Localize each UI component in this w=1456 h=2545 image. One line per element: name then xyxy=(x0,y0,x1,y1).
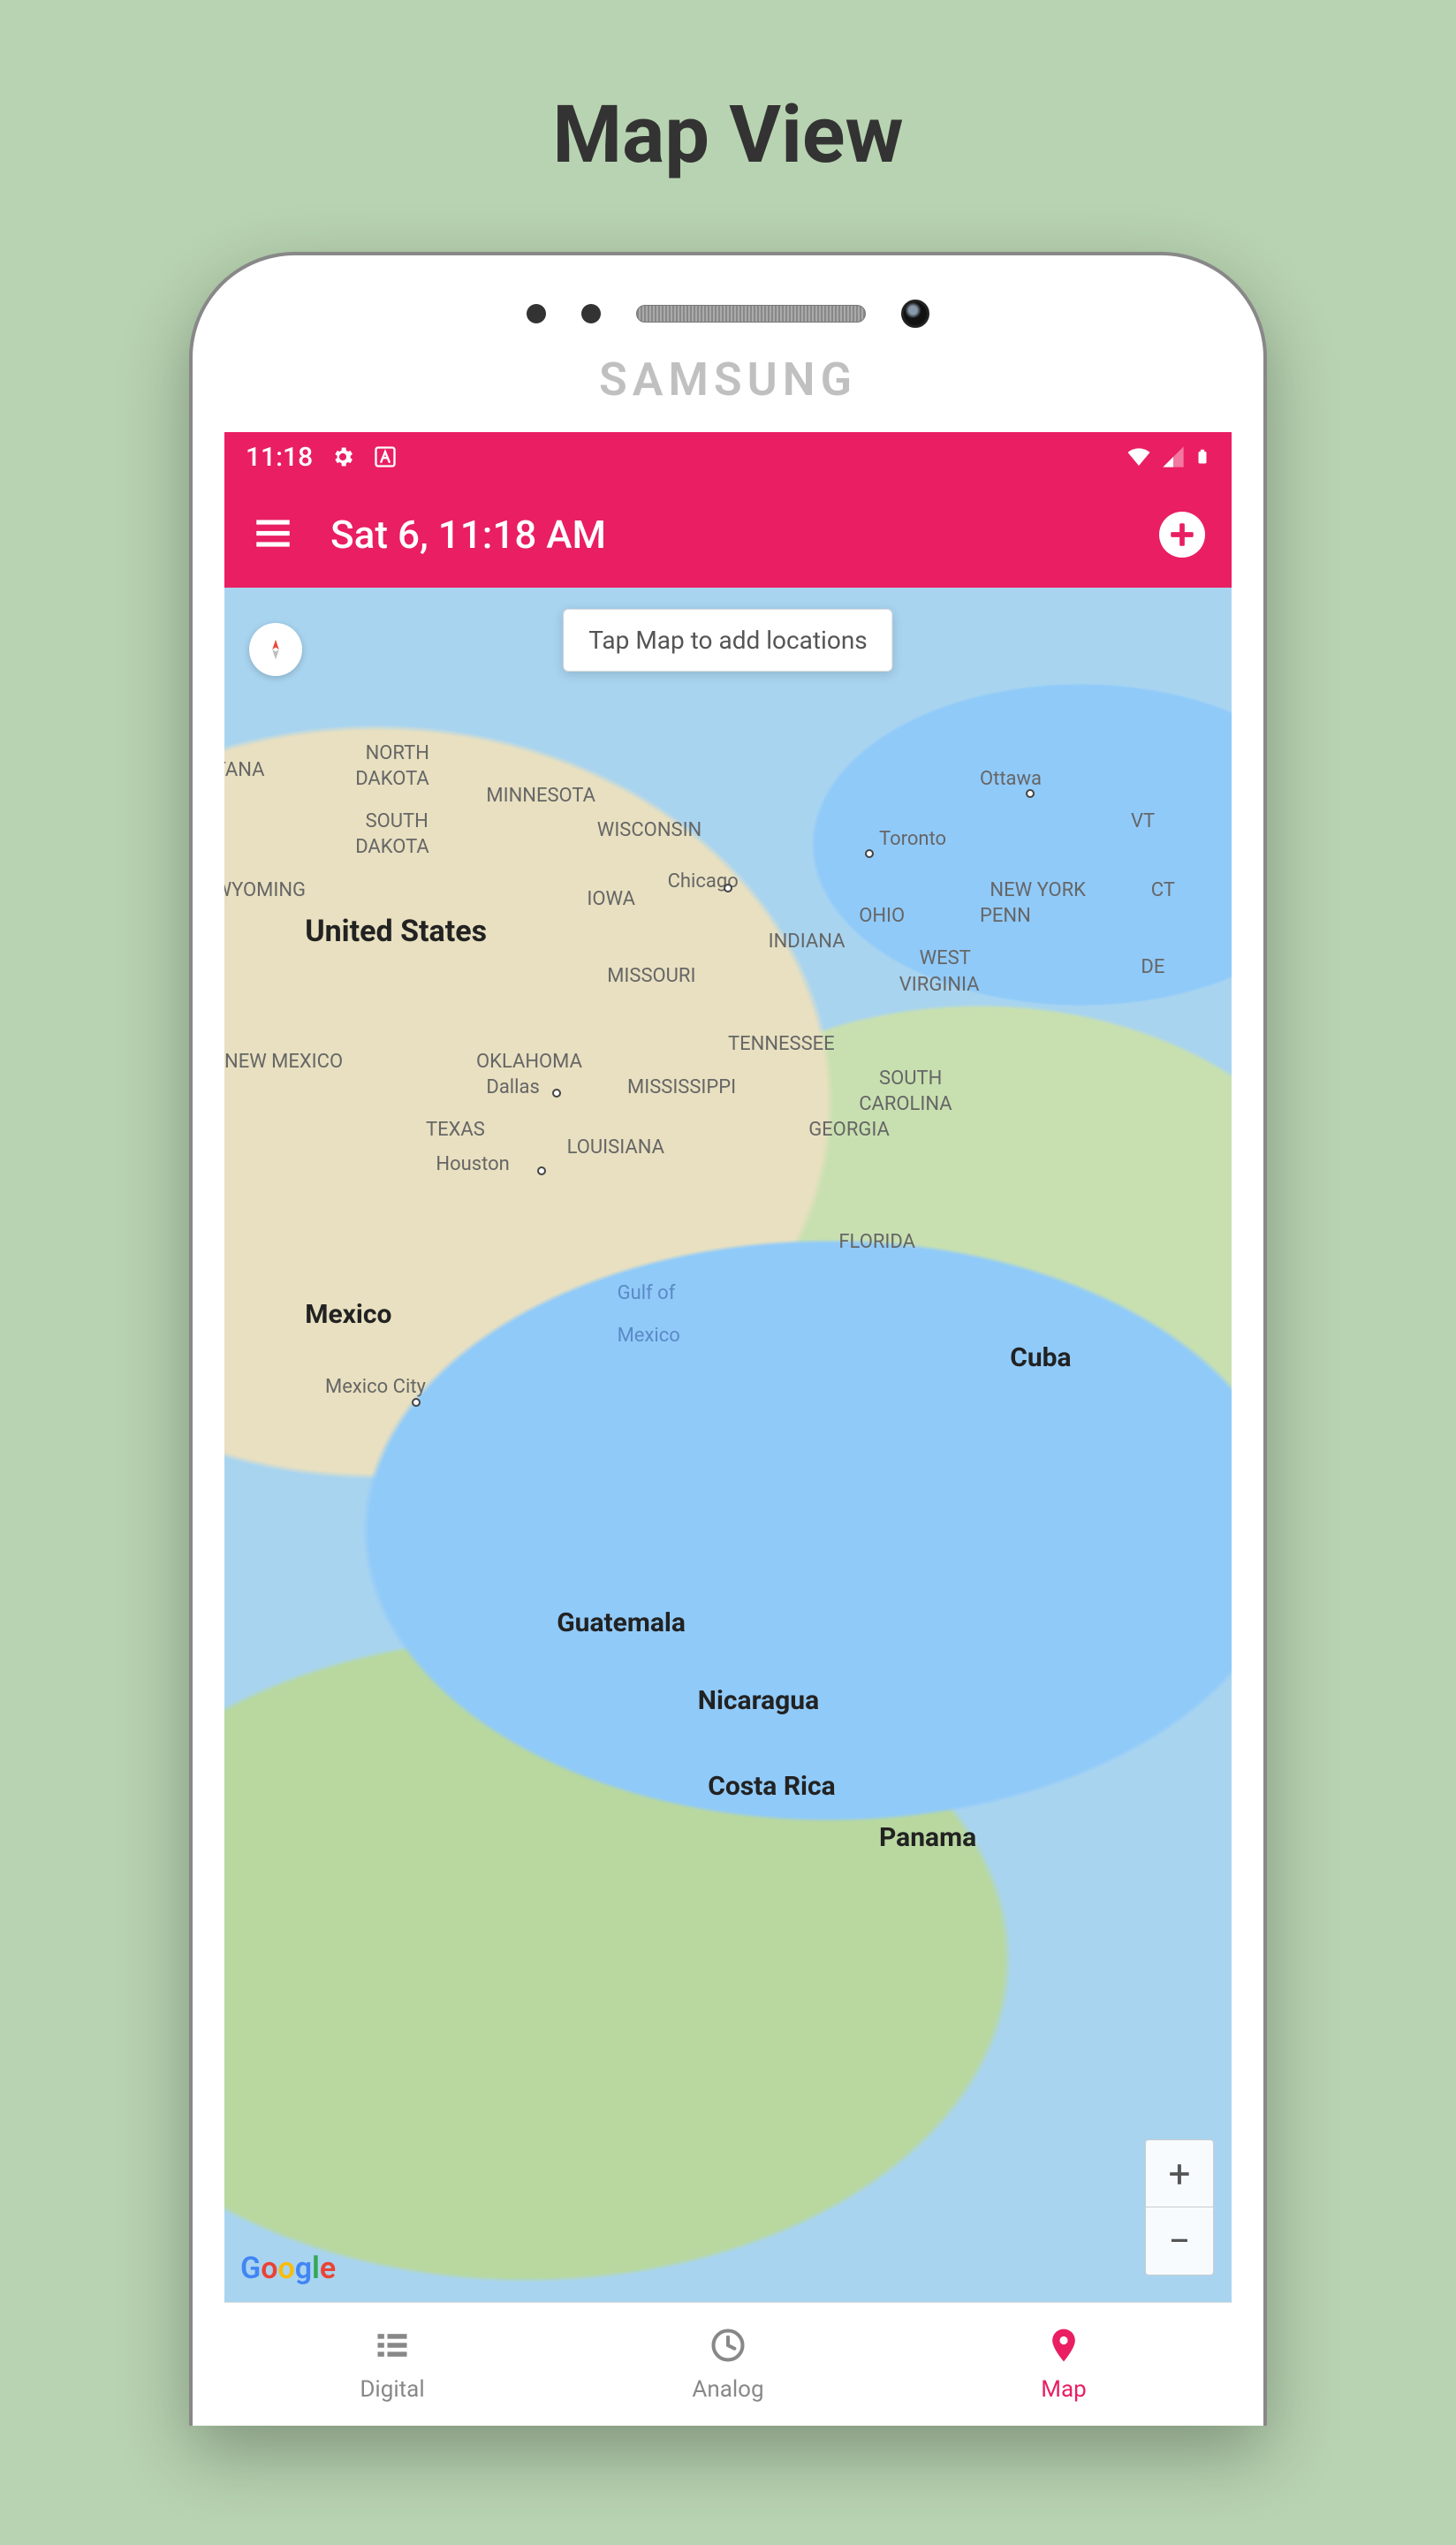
map-label: Guatemala xyxy=(557,1607,686,1638)
map-label: Toronto xyxy=(879,828,946,850)
tab-digital[interactable]: Digital xyxy=(224,2303,560,2426)
map-label: VT xyxy=(1131,810,1155,832)
city-dot xyxy=(865,849,874,858)
map-label: Costa Rica xyxy=(708,1771,835,1802)
map-label: MISSISSIPPI xyxy=(627,1076,736,1098)
tab-map[interactable]: Map xyxy=(896,2303,1232,2426)
sensor-row xyxy=(527,300,929,328)
appbar-title: Sat 6, 11:18 AM xyxy=(330,512,606,558)
map-label: Houston xyxy=(436,1153,509,1175)
map-label: Panama xyxy=(879,1822,976,1853)
map-label: TEXAS xyxy=(426,1119,485,1141)
nav-label: Map xyxy=(1041,2376,1086,2403)
map-label: DAKOTA xyxy=(355,836,429,858)
map-label: OKLAHOMA xyxy=(476,1051,582,1073)
map-label: MISSOURI xyxy=(607,965,695,987)
map-label: GEORGIA xyxy=(808,1119,890,1141)
sensor-dot xyxy=(581,304,601,323)
map-label: VIRGINIA xyxy=(899,974,980,996)
status-time: 11:18 xyxy=(246,442,313,473)
nav-label: Analog xyxy=(692,2376,763,2403)
bottom-nav: Digital Analog Map xyxy=(224,2302,1232,2426)
app-bar: Sat 6, 11:18 AM xyxy=(224,482,1232,588)
list-icon xyxy=(373,2326,412,2371)
menu-button[interactable] xyxy=(251,511,295,558)
map-label: Mexico xyxy=(618,1325,680,1347)
map-view[interactable]: United States Mexico Cuba Guatemala Nicaragu… xyxy=(224,588,1232,2302)
map-attribution: Google xyxy=(240,2251,336,2286)
map-label: DE xyxy=(1141,956,1164,978)
sensor-dot xyxy=(527,304,546,323)
map-label: CAROLINA xyxy=(859,1093,952,1115)
city-dot xyxy=(724,884,732,893)
map-label: WISCONSIN xyxy=(597,819,701,841)
map-label: CT xyxy=(1151,879,1175,901)
nav-label: Digital xyxy=(360,2376,424,2403)
gear-icon xyxy=(330,444,355,469)
map-label: Dallas xyxy=(486,1076,539,1098)
clock-icon xyxy=(709,2326,747,2371)
screen: 11:18 xyxy=(224,432,1232,2426)
pin-icon xyxy=(1044,2326,1083,2371)
signal-icon xyxy=(1161,444,1186,469)
add-button[interactable] xyxy=(1159,512,1205,558)
wifi-icon xyxy=(1126,444,1152,470)
map-label: Nicaragua xyxy=(698,1685,819,1716)
map-label: TENNESSEE xyxy=(728,1033,835,1055)
tab-analog[interactable]: Analog xyxy=(560,2303,896,2426)
map-label: WEST xyxy=(920,947,971,969)
map-label: Gulf of xyxy=(618,1282,676,1304)
front-camera xyxy=(901,300,929,328)
city-dot xyxy=(412,1398,421,1407)
map-label: FLORIDA xyxy=(838,1231,915,1253)
speaker-grille xyxy=(636,305,866,323)
status-bar: 11:18 xyxy=(224,432,1232,482)
phone-top-bezel: SAMSUNG xyxy=(193,255,1263,432)
device-brand: SAMSUNG xyxy=(599,353,857,406)
zoom-controls: + − xyxy=(1145,2139,1214,2275)
map-label: Cuba xyxy=(1010,1342,1071,1373)
hint-toast: Tap Map to add locations xyxy=(563,609,892,672)
map-label: NEW YORK xyxy=(990,879,1086,901)
map-label: SOUTH xyxy=(366,810,428,832)
map-label: SOUTH xyxy=(879,1067,942,1090)
map-label: NEW MEXICO xyxy=(224,1051,343,1073)
map-label: IOWA xyxy=(587,888,635,910)
map-label: MINNESOTA xyxy=(486,785,595,807)
map-label: DAKOTA xyxy=(355,768,429,790)
map-label: Mexico xyxy=(305,1299,391,1330)
zoom-out-button[interactable]: − xyxy=(1146,2207,1213,2275)
page-title: Map View xyxy=(552,88,903,181)
city-dot xyxy=(537,1166,546,1175)
map-label: Ottawa xyxy=(980,768,1042,790)
city-dot xyxy=(552,1089,561,1098)
compass-button[interactable] xyxy=(249,623,302,676)
map-label: WYOMING xyxy=(224,879,306,901)
map-label: TANA xyxy=(224,759,264,781)
phone-frame: SAMSUNG 11:18 xyxy=(189,252,1267,2426)
zoom-in-button[interactable]: + xyxy=(1146,2140,1213,2207)
map-label: LOUISIANA xyxy=(567,1136,664,1159)
city-dot xyxy=(1026,789,1035,798)
map-label: PENN xyxy=(980,905,1031,927)
font-icon xyxy=(373,444,398,469)
map-label: NORTH xyxy=(366,742,429,764)
map-label: INDIANA xyxy=(769,931,846,953)
battery-icon xyxy=(1194,444,1210,470)
map-label: Mexico City xyxy=(325,1376,426,1398)
map-label: OHIO xyxy=(859,905,905,927)
map-label: United States xyxy=(305,914,487,949)
